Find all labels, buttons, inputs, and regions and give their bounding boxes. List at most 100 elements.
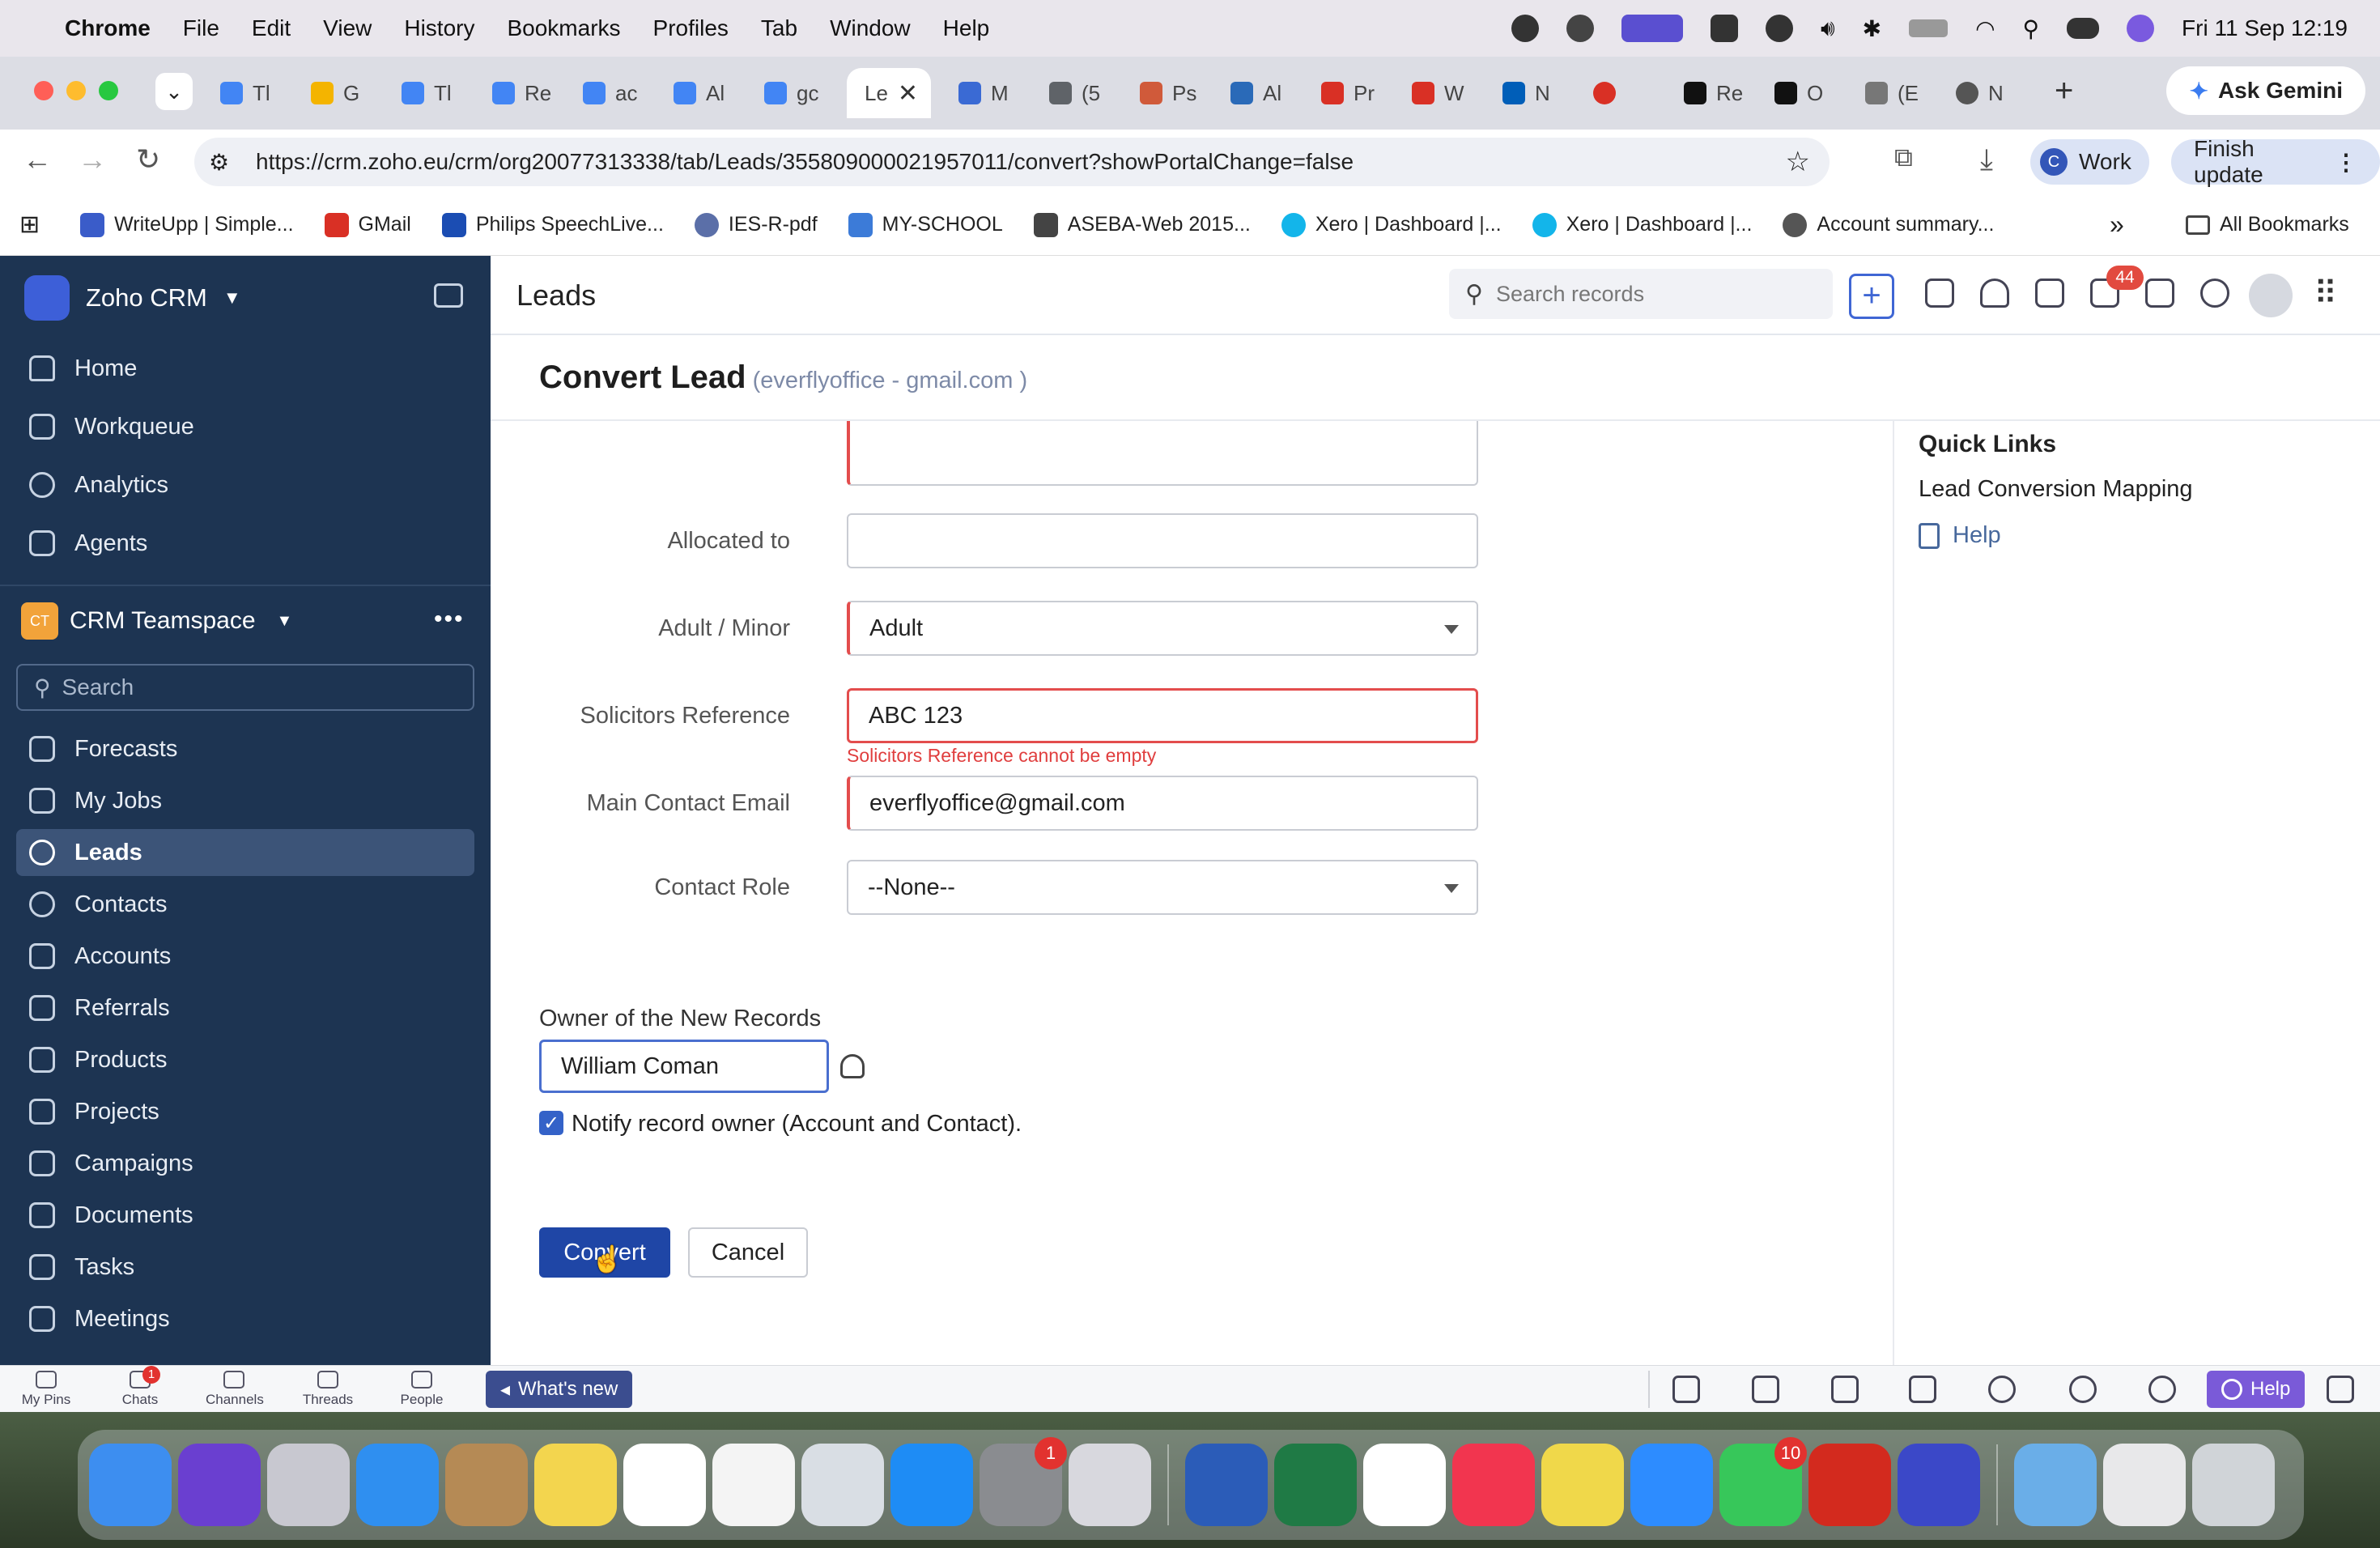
bottom-threads[interactable]: Threads (300, 1371, 356, 1408)
announcement-icon[interactable] (1752, 1376, 1779, 1403)
menu-file[interactable]: File (183, 15, 219, 41)
bluetooth-icon[interactable]: ✱ (1863, 15, 1881, 42)
dock-app-excel-icon[interactable] (1274, 1444, 1357, 1526)
ask-gemini-button[interactable]: ✦ Ask Gemini (2166, 66, 2365, 115)
export-icon[interactable] (1909, 1376, 1936, 1403)
all-bookmarks-button[interactable]: All Bookmarks (2186, 213, 2349, 236)
notification-app-icon[interactable] (1765, 15, 1793, 42)
control-center-icon[interactable] (2067, 18, 2100, 39)
browser-tab[interactable] (1582, 68, 1616, 118)
spotlight-search-icon[interactable]: ⚲ (2023, 15, 2040, 42)
browser-tab[interactable]: G (300, 68, 359, 118)
dock-app-trash-icon[interactable] (2192, 1444, 2275, 1526)
allocated-to-input[interactable] (847, 513, 1478, 568)
sidebar-item-contacts[interactable]: Contacts (16, 881, 474, 928)
menu-app-chrome[interactable]: Chrome (65, 15, 151, 41)
activity-chart-icon[interactable] (1831, 1376, 1859, 1403)
finish-update-button[interactable]: Finish update ⋮ (2171, 136, 2380, 187)
zoom-status-icon[interactable] (1566, 15, 1594, 42)
dock-app-safari-icon[interactable] (356, 1444, 439, 1526)
browser-tab[interactable]: Al (662, 68, 725, 118)
dock-app-freeform-icon[interactable] (623, 1444, 706, 1526)
scrolled-field[interactable] (847, 421, 1478, 486)
address-bar[interactable]: ⚙ https://crm.zoho.eu/crm/org20077313338… (194, 138, 1830, 186)
browser-tab[interactable]: (5 (1038, 68, 1100, 118)
bottom-my-pins[interactable]: My Pins (18, 1371, 74, 1408)
whats-new-button[interactable]: ◂ What's new (486, 1371, 633, 1408)
browser-tab[interactable]: W (1400, 68, 1464, 118)
sidebar-item-analytics[interactable]: Analytics (16, 461, 474, 508)
bottom-chats[interactable]: Chats 1 (112, 1366, 168, 1408)
sidebar-item-forecasts[interactable]: Forecasts (16, 725, 474, 772)
bottom-people[interactable]: People (393, 1371, 450, 1408)
browser-tab[interactable]: Al (1219, 68, 1281, 118)
sidebar-item-home[interactable]: Home (16, 345, 474, 392)
user-avatar[interactable] (2249, 274, 2293, 317)
browser-tab[interactable]: gc (753, 68, 818, 118)
bookmark-item[interactable]: Xero | Dashboard |... (1532, 212, 1752, 237)
bell-icon[interactable] (1980, 279, 2009, 308)
sidebar-item-my-jobs[interactable]: My Jobs (16, 777, 474, 824)
sidebar-item-agents[interactable]: Agents (16, 520, 474, 567)
browser-tab[interactable]: (E (1854, 68, 1919, 118)
sidebar-item-documents[interactable]: Documents (16, 1192, 474, 1239)
bookmark-item[interactable]: IES-R-pdf (694, 212, 818, 237)
dock-app-grammarly-icon[interactable] (1898, 1444, 1980, 1526)
bookmark-item[interactable]: Philips SpeechLive... (441, 212, 664, 237)
grammarly-status-icon[interactable] (1511, 15, 1539, 42)
sidebar-item-campaigns[interactable]: Campaigns (16, 1140, 474, 1187)
dock-app-zoom-icon[interactable] (1630, 1444, 1713, 1526)
owner-input[interactable]: William Coman (539, 1040, 829, 1093)
sidebar-item-products[interactable]: Products (16, 1036, 474, 1083)
back-arrow-icon[interactable]: ← (23, 142, 52, 176)
sidebar-item-referrals[interactable]: Referrals (16, 985, 474, 1031)
notify-owner-checkbox[interactable]: ✓ (539, 1111, 563, 1135)
teamspace-more-icon[interactable]: ••• (434, 606, 465, 633)
menu-history[interactable]: History (404, 15, 474, 41)
reload-icon[interactable]: ↻ (136, 142, 160, 176)
sidebar-item-tasks[interactable]: Tasks (16, 1244, 474, 1291)
sidebar-item-projects[interactable]: Projects (16, 1088, 474, 1135)
browser-tab[interactable]: Ps (1128, 68, 1196, 118)
new-tab-button[interactable]: + (2055, 73, 2073, 109)
translate-icon[interactable] (1925, 279, 1954, 308)
browser-tab[interactable]: O (1763, 68, 1823, 118)
dock-app-finder-icon[interactable] (89, 1444, 172, 1526)
calendar-icon[interactable] (2035, 279, 2064, 308)
minimize-window-button[interactable] (66, 81, 86, 100)
dock-app-downloads-icon[interactable] (2103, 1444, 2186, 1526)
dock-app-mosaic-icon[interactable] (1541, 1444, 1624, 1526)
lead-conversion-mapping-link[interactable]: Lead Conversion Mapping (1919, 476, 2193, 503)
screen-share-icon[interactable] (1672, 1376, 1700, 1403)
zoho-crm-switcher[interactable]: Zoho CRM ▼ (24, 275, 241, 321)
tab-search-chevron-icon[interactable]: ⌄ (155, 73, 193, 110)
zoom-window-button[interactable] (99, 81, 118, 100)
accessibility-icon[interactable] (2148, 1376, 2176, 1403)
marketplace-icon[interactable] (2145, 279, 2174, 308)
dock-app-facetime-icon[interactable]: 10 (1719, 1437, 1807, 1526)
menu-view[interactable]: View (323, 15, 372, 41)
browser-tab[interactable]: Re (481, 68, 551, 118)
search-records-input[interactable]: ⚲ Search records (1449, 269, 1833, 319)
teamspace-switcher[interactable]: CT CRM Teamspace ▼ (21, 602, 292, 640)
close-window-button[interactable] (34, 81, 53, 100)
browser-tab[interactable]: Tl (390, 68, 452, 118)
gear-icon[interactable] (2200, 279, 2229, 308)
sidebar-item-meetings[interactable]: Meetings (16, 1295, 474, 1342)
bookmark-item[interactable]: WriteUpp | Simple... (80, 212, 294, 237)
history-icon[interactable] (2069, 1376, 2097, 1403)
volume-icon[interactable]: 🔊︎ (1821, 15, 1835, 42)
help-button[interactable]: Help (2207, 1371, 2306, 1408)
apps-grid-icon[interactable]: ⊞ (19, 211, 40, 239)
close-tab-icon[interactable]: ✕ (898, 79, 918, 108)
dock-app-preview-icon[interactable] (801, 1444, 884, 1526)
downloads-icon[interactable]: ⤓ (1980, 142, 1993, 177)
apps-grid-icon[interactable]: ⠿ (2314, 275, 2337, 313)
browser-tab[interactable]: N (1491, 68, 1550, 118)
alarm-clock-icon[interactable] (1988, 1376, 2016, 1403)
adult-minor-select[interactable]: Adult (847, 601, 1478, 656)
battery-icon[interactable] (1909, 19, 1949, 37)
main-contact-email-input[interactable]: everflyoffice@gmail.com (847, 776, 1478, 831)
browser-tab-active[interactable]: Le ✕ (847, 68, 931, 118)
extensions-puzzle-icon[interactable]: ⧉ (1894, 142, 1913, 173)
